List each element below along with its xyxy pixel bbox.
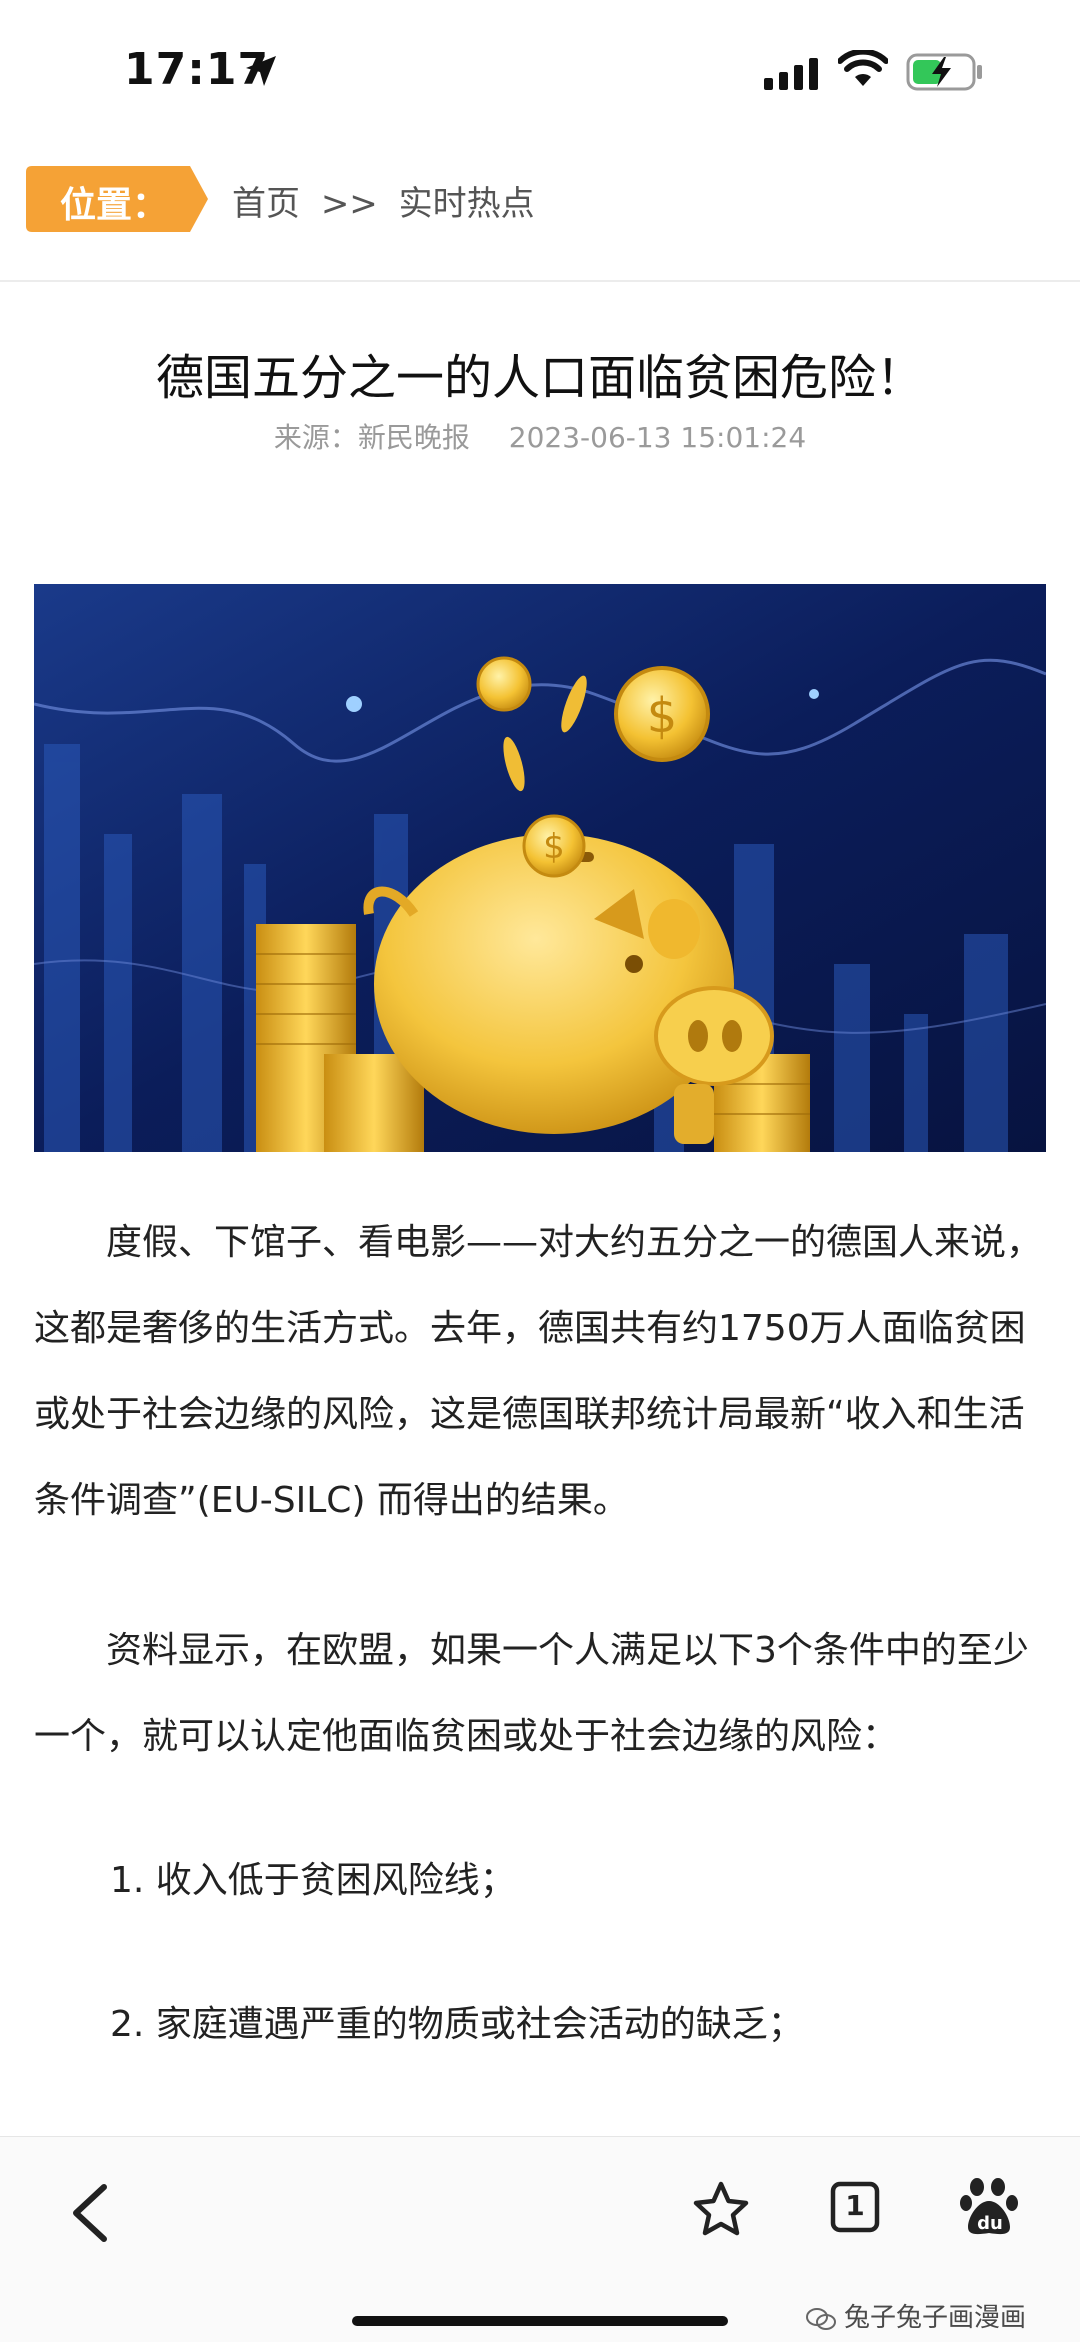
article-list-item: 1. 收入低于贫困风险线； bbox=[110, 1860, 516, 1901]
svg-text:$: $ bbox=[543, 827, 565, 867]
tab-count: 1 bbox=[845, 2189, 865, 2222]
wifi-icon bbox=[838, 50, 888, 86]
position-label: 位置： bbox=[60, 185, 169, 226]
article-title: 德国五分之一的人口面临贫困危险！ bbox=[155, 350, 924, 406]
breadcrumb-home-link[interactable]: 首页 bbox=[232, 184, 300, 224]
article-paragraph: 度假、下馆子、看电影——对大约五分之一的德国人来说，这都是奢侈的生活方式。去年，… bbox=[34, 1222, 1043, 1521]
back-icon[interactable] bbox=[60, 2173, 120, 2253]
breadcrumb-section-link[interactable]: 实时热点 bbox=[399, 184, 535, 224]
article-hero-image: $ $ bbox=[34, 584, 1046, 1152]
article-source: 来源：新民晚报 bbox=[273, 421, 470, 454]
favorite-star-icon[interactable] bbox=[690, 2179, 752, 2241]
battery-charging-icon bbox=[906, 53, 982, 91]
article-body: 度假、下馆子、看电影——对大约五分之一的德国人来说，这都是奢侈的生活方式。去年，… bbox=[34, 1200, 1046, 2068]
svg-text:$: $ bbox=[647, 688, 678, 744]
article-meta: 来源：新民晚报 2023-06-13 15:01:24 bbox=[0, 416, 1080, 456]
baidu-text: du bbox=[977, 2213, 1003, 2234]
article-datetime: 2023-06-13 15:01:24 bbox=[508, 421, 807, 454]
cellular-signal-icon bbox=[764, 58, 818, 90]
location-arrow-icon bbox=[246, 56, 276, 86]
breadcrumb-bar: 位置： 首页 >> 实时热点 bbox=[0, 140, 1080, 282]
browser-toolbar: 1 du 兔子兔子画漫画 bbox=[0, 2136, 1080, 2342]
breadcrumb: 首页 >> 实时热点 bbox=[232, 176, 545, 225]
tabs-button[interactable]: 1 bbox=[830, 2181, 880, 2233]
article-list-item: 2. 家庭遭遇严重的物质或社会活动的缺乏； bbox=[110, 2004, 804, 2045]
watermark: 兔子兔子画漫画 bbox=[806, 2297, 1026, 2334]
baidu-button[interactable]: du bbox=[960, 2177, 1020, 2237]
article-paragraph: 资料显示，在欧盟，如果一个人满足以下3个条件中的至少一个，就可以认定他面临贫困或… bbox=[34, 1630, 1029, 1757]
wechat-icon bbox=[806, 2307, 836, 2330]
home-indicator[interactable] bbox=[352, 2316, 728, 2326]
watermark-text: 兔子兔子画漫画 bbox=[844, 2303, 1027, 2333]
breadcrumb-separator: >> bbox=[320, 184, 378, 224]
status-bar: 17:17 bbox=[0, 0, 1080, 140]
